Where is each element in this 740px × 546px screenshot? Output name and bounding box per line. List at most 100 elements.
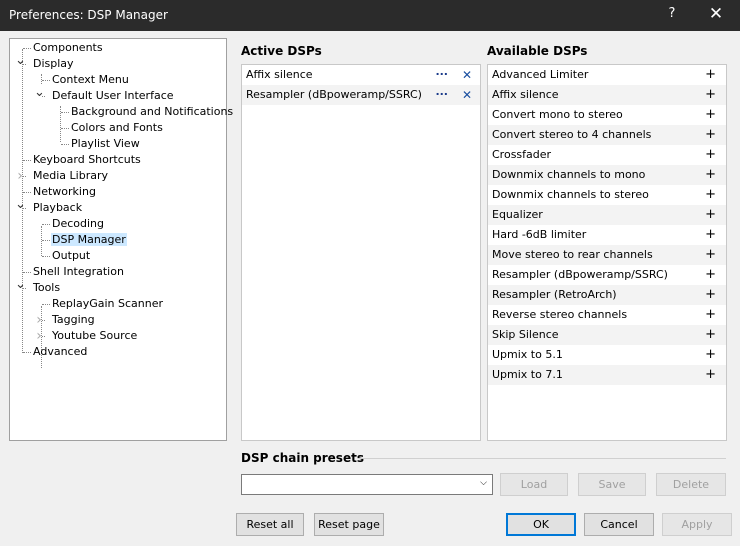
available-dsp-item[interactable]: Skip Silence + xyxy=(488,325,726,345)
add-dsp-icon[interactable]: + xyxy=(705,225,716,245)
tree-item[interactable]: Output xyxy=(51,248,91,264)
load-button[interactable]: Load xyxy=(500,473,568,496)
chevron-down-icon[interactable]: ⌄ xyxy=(15,53,26,69)
available-dsp-item[interactable]: Downmix channels to stereo + xyxy=(488,185,726,205)
available-dsp-item[interactable]: Convert mono to stereo + xyxy=(488,105,726,125)
apply-button[interactable]: Apply xyxy=(662,513,732,536)
tree-item[interactable]: Advanced xyxy=(32,344,88,360)
tree-item[interactable]: Keyboard Shortcuts xyxy=(32,152,142,168)
configure-dsp-button[interactable]: ... xyxy=(435,82,448,102)
tree-item[interactable]: Tools xyxy=(32,280,61,296)
active-dsp-label: Resampler (dBpoweramp/SSRC) xyxy=(246,88,422,101)
preferences-tree[interactable]: Components Display ⌄ Context Menu Default Us… xyxy=(9,38,233,441)
available-dsps-list[interactable]: Advanced Limiter + Affix silence + Convert m… xyxy=(487,64,727,441)
available-dsp-item[interactable]: Crossfader + xyxy=(488,145,726,165)
save-button[interactable]: Save xyxy=(578,473,646,496)
available-dsp-item[interactable]: Hard -6dB limiter + xyxy=(488,225,726,245)
add-dsp-icon[interactable]: + xyxy=(705,205,716,225)
add-dsp-icon[interactable]: + xyxy=(705,105,716,125)
add-dsp-icon[interactable]: + xyxy=(705,305,716,325)
add-dsp-icon[interactable]: + xyxy=(705,245,716,265)
available-dsp-item[interactable]: Downmix channels to mono + xyxy=(488,165,726,185)
tree-item-label: Tagging xyxy=(52,313,95,326)
add-dsp-icon[interactable]: + xyxy=(705,85,716,105)
available-dsp-label: Downmix channels to stereo xyxy=(492,188,649,201)
available-dsp-label: Skip Silence xyxy=(492,328,559,341)
available-dsp-label: Resampler (dBpoweramp/SSRC) xyxy=(492,268,668,281)
available-dsp-item[interactable]: Upmix to 7.1 + xyxy=(488,365,726,385)
add-dsp-icon[interactable]: + xyxy=(705,285,716,305)
tree-item[interactable]: Context Menu xyxy=(51,72,130,88)
tree-item[interactable]: Default User Interface xyxy=(51,88,175,104)
active-dsps-heading: Active DSPs xyxy=(241,44,322,58)
chevron-right-icon[interactable]: › xyxy=(34,312,44,328)
available-dsp-label: Convert mono to stereo xyxy=(492,108,623,121)
add-dsp-icon[interactable]: + xyxy=(705,265,716,285)
tree-item-label: Shell Integration xyxy=(33,265,124,278)
cancel-button[interactable]: Cancel xyxy=(584,513,654,536)
available-dsp-label: Equalizer xyxy=(492,208,543,221)
delete-button[interactable]: Delete xyxy=(656,473,726,496)
available-dsps-heading: Available DSPs xyxy=(487,44,588,58)
available-dsp-item[interactable]: Advanced Limiter + xyxy=(488,65,726,85)
chevron-down-icon[interactable]: ⌄ xyxy=(15,277,26,293)
tree-item[interactable]: Playback xyxy=(32,200,83,216)
tree-item-label: ReplayGain Scanner xyxy=(52,297,163,310)
remove-dsp-icon[interactable]: ✕ xyxy=(462,65,472,85)
add-dsp-icon[interactable]: + xyxy=(705,345,716,365)
chevron-down-icon[interactable]: ⌄ xyxy=(15,197,26,213)
remove-dsp-icon[interactable]: ✕ xyxy=(462,85,472,105)
available-dsp-item[interactable]: Resampler (RetroArch) + xyxy=(488,285,726,305)
configure-dsp-button[interactable]: ... xyxy=(435,62,448,82)
tree-connector xyxy=(61,128,69,129)
add-dsp-icon[interactable]: + xyxy=(705,365,716,385)
chevron-right-icon[interactable]: › xyxy=(15,168,25,184)
tree-item[interactable]: Youtube Source xyxy=(51,328,138,344)
tree-item[interactable]: Background and Notifications xyxy=(70,104,234,120)
reset-all-button[interactable]: Reset all xyxy=(236,513,304,536)
close-button[interactable]: ✕ xyxy=(704,4,728,24)
available-dsp-item[interactable]: Affix silence + xyxy=(488,85,726,105)
tree-item[interactable]: Playlist View xyxy=(70,136,141,152)
tree-item[interactable]: Display xyxy=(32,56,75,72)
add-dsp-icon[interactable]: + xyxy=(705,125,716,145)
active-dsps-list[interactable]: Affix silence... ✕ Resampler (dBpoweramp/S… xyxy=(241,64,481,441)
add-dsp-icon[interactable]: + xyxy=(705,185,716,205)
tree-item[interactable]: Components xyxy=(32,40,104,56)
chevron-right-icon[interactable]: › xyxy=(34,328,44,344)
reset-page-button[interactable]: Reset page xyxy=(314,513,384,536)
available-dsp-item[interactable]: Move stereo to rear channels + xyxy=(488,245,726,265)
tree-guide-line xyxy=(41,226,42,256)
available-dsp-item[interactable]: Convert stereo to 4 channels + xyxy=(488,125,726,145)
ok-button[interactable]: OK xyxy=(506,513,576,536)
add-dsp-icon[interactable]: + xyxy=(705,165,716,185)
tree-connector xyxy=(23,48,31,49)
tree-connector xyxy=(61,144,69,145)
tree-item-label: Background and Notifications xyxy=(71,105,234,118)
available-dsp-item[interactable]: Upmix to 5.1 + xyxy=(488,345,726,365)
presets-combo[interactable]: ⌵ xyxy=(241,474,493,495)
tree-item[interactable]: Tagging xyxy=(51,312,96,328)
tree-connector xyxy=(42,80,50,81)
chevron-down-icon[interactable]: ⌄ xyxy=(34,85,45,101)
tree-item-label: Media Library xyxy=(33,169,108,182)
available-dsp-item[interactable]: Reverse stereo channels + xyxy=(488,305,726,325)
help-button[interactable]: ? xyxy=(662,6,682,21)
tree-item[interactable]: Colors and Fonts xyxy=(70,120,164,136)
tree-item[interactable]: DSP Manager xyxy=(51,232,127,248)
available-dsp-label: Resampler (RetroArch) xyxy=(492,288,617,301)
tree-item-label: Playback xyxy=(33,201,83,214)
tree-item-label: Advanced xyxy=(33,345,88,358)
tree-item[interactable]: Networking xyxy=(32,184,97,200)
tree-item[interactable]: Decoding xyxy=(51,216,105,232)
available-dsp-item[interactable]: Equalizer + xyxy=(488,205,726,225)
tree-item[interactable]: Shell Integration xyxy=(32,264,125,280)
add-dsp-icon[interactable]: + xyxy=(705,325,716,345)
add-dsp-icon[interactable]: + xyxy=(705,145,716,165)
tree-item[interactable]: ReplayGain Scanner xyxy=(51,296,164,312)
add-dsp-icon[interactable]: + xyxy=(705,65,716,85)
tree-connector xyxy=(42,256,50,257)
active-dsp-item[interactable]: Resampler (dBpoweramp/SSRC)... ✕ xyxy=(242,85,480,105)
tree-item[interactable]: Media Library xyxy=(32,168,109,184)
available-dsp-item[interactable]: Resampler (dBpoweramp/SSRC) + xyxy=(488,265,726,285)
